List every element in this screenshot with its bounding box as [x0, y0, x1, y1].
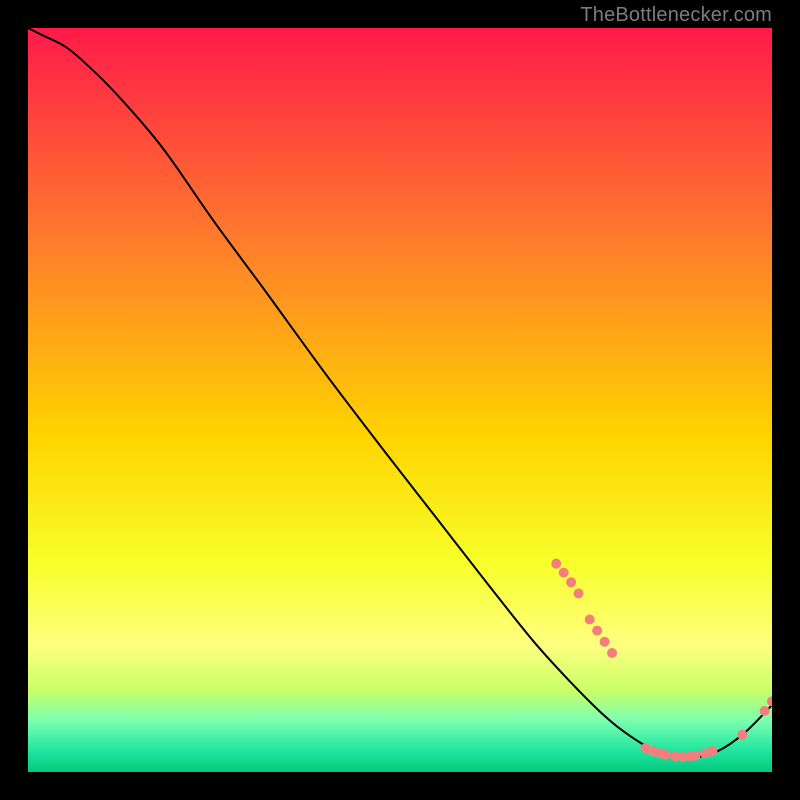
data-dot: [737, 730, 747, 740]
data-dot: [592, 626, 602, 636]
chart-svg: [28, 28, 772, 772]
chart-plot-area: [28, 28, 772, 772]
chart-stage: TheBottlenecker.com: [0, 0, 800, 800]
data-dot: [690, 751, 700, 761]
watermark-text: TheBottlenecker.com: [580, 4, 772, 27]
data-dot: [661, 750, 671, 760]
gradient-background: [28, 28, 772, 772]
data-dot: [607, 648, 617, 658]
data-dot: [551, 559, 561, 569]
data-dot: [566, 577, 576, 587]
data-dot: [574, 588, 584, 598]
data-dot: [559, 568, 569, 578]
data-dot: [707, 746, 717, 756]
data-dot: [600, 637, 610, 647]
data-dot: [760, 706, 770, 716]
data-dot: [585, 614, 595, 624]
